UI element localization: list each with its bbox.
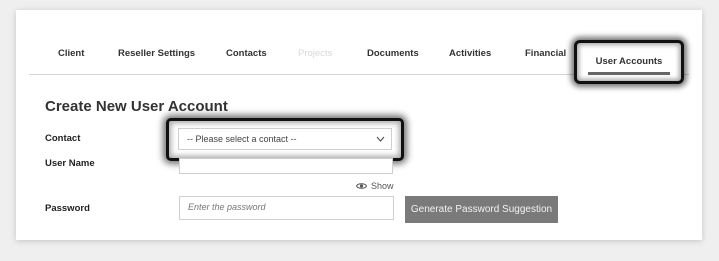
tab-user-accounts[interactable]: User Accounts [574,40,684,84]
password-label: Password [45,203,90,214]
chevron-down-icon [376,129,385,157]
show-label: Show [371,181,394,191]
username-label: User Name [45,158,95,169]
contact-select[interactable]: -- Please select a contact -- [178,128,392,150]
password-placeholder: Enter the password [188,202,266,212]
tab-activities[interactable]: Activities [449,48,491,59]
tab-documents[interactable]: Documents [367,48,419,59]
tab-reseller-settings[interactable]: Reseller Settings [118,48,195,59]
password-input[interactable]: Enter the password [179,196,394,220]
show-password-toggle[interactable]: Show [355,181,394,192]
tab-user-accounts-label: User Accounts [595,56,663,67]
page-title: Create New User Account [45,98,228,115]
eye-icon [355,182,368,192]
tab-client[interactable]: Client [58,48,84,59]
tab-projects[interactable]: Projects [298,48,332,59]
generate-password-button[interactable]: Generate Password Suggestion [405,196,558,223]
tab-contacts[interactable]: Contacts [226,48,267,59]
username-input[interactable] [179,158,393,174]
active-tab-indicator [588,72,670,75]
contact-select-highlight: -- Please select a contact -- [166,118,404,161]
contact-select-value: -- Please select a contact -- [187,134,297,144]
contact-label: Contact [45,133,81,144]
tab-financial[interactable]: Financial [525,48,566,59]
